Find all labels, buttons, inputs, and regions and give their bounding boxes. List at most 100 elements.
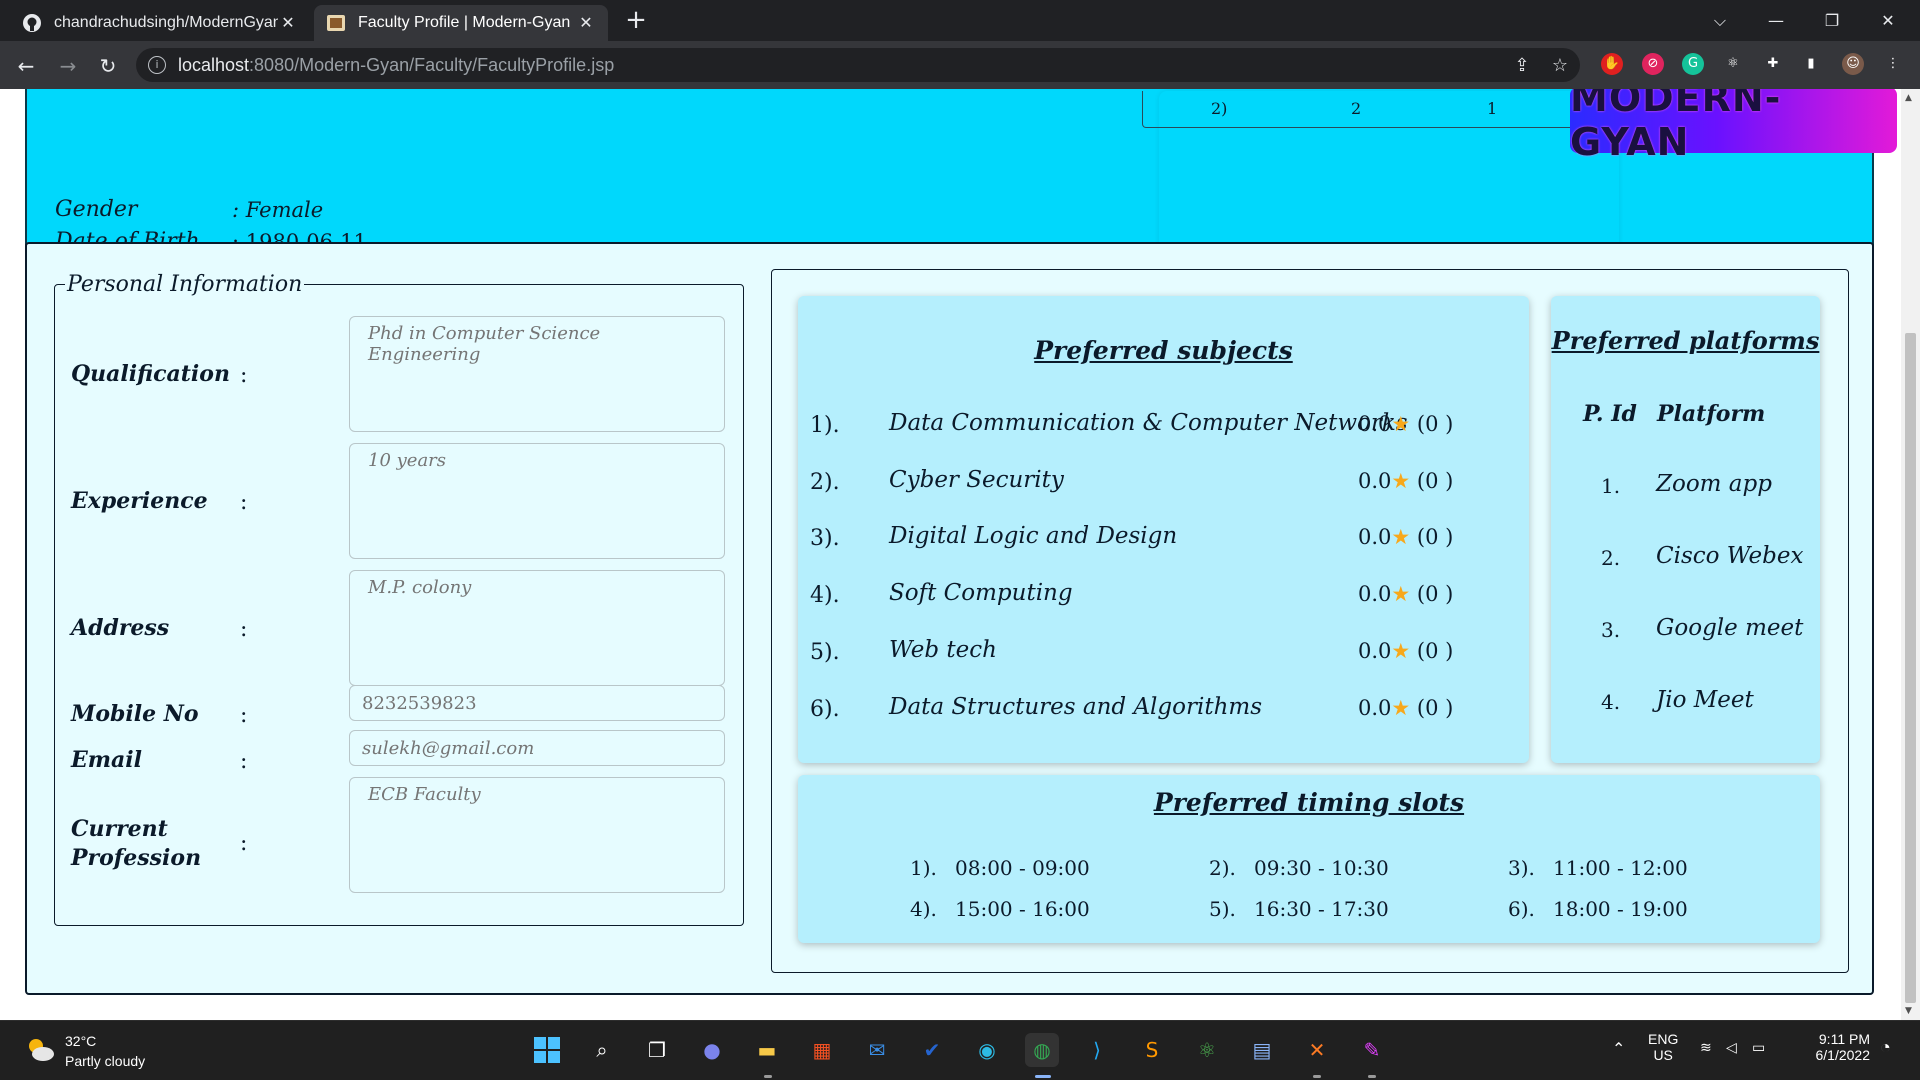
colon: : <box>240 749 248 774</box>
subject-number: 5). <box>810 640 840 665</box>
back-button[interactable]: ← <box>12 52 40 80</box>
platform-name: Cisco Webex <box>1656 543 1804 569</box>
atom-icon[interactable]: ⚛ <box>1190 1033 1224 1067</box>
address-label: Address <box>71 615 170 641</box>
wifi-icon[interactable]: ≋ <box>1700 1039 1712 1056</box>
platform-id: 2. <box>1601 546 1621 570</box>
star-icon: ★ <box>1391 469 1411 493</box>
react-devtools-icon[interactable]: ⚛ <box>1722 53 1744 75</box>
preferred-platforms-panel: Preferred platforms P. Id Platform 1. Zo… <box>1551 296 1820 763</box>
platform-name-header: Platform <box>1657 401 1766 427</box>
preferences-box: Preferred subjects 1). Data Communicatio… <box>771 269 1849 973</box>
tab-title: Faculty Profile | Modern-Gyan <box>358 14 571 31</box>
star-icon: ★ <box>1391 412 1411 436</box>
close-tab-icon[interactable]: ✕ <box>576 13 596 33</box>
url-text: localhost:8080/Modern-Gyan/Faculty/Facul… <box>178 55 615 75</box>
page-scrollbar[interactable]: ▲ ▼ <box>1901 89 1920 1020</box>
extension-blocker-icon[interactable]: ⊘ <box>1642 53 1664 75</box>
timing-slot-number: 1). <box>910 856 937 880</box>
timing-slot-time: 11:00 - 12:00 <box>1553 856 1688 880</box>
share-icon[interactable]: ⇪ <box>1512 56 1532 76</box>
tab-search-chevron-icon[interactable]: ⌵ <box>1692 0 1748 41</box>
partly-cloudy-icon[interactable] <box>24 1035 56 1063</box>
experience-label: Experience <box>71 488 208 514</box>
extensions-puzzle-icon[interactable]: ✚ <box>1762 53 1784 75</box>
notification-icon[interactable]: ◔ <box>1880 1037 1891 1058</box>
windows-start-icon[interactable] <box>530 1033 564 1067</box>
restore-button[interactable]: ❐ <box>1804 0 1860 41</box>
task-view-icon[interactable]: ❐ <box>640 1033 674 1067</box>
edge-icon[interactable]: ◉ <box>970 1033 1004 1067</box>
reload-button[interactable]: ↻ <box>94 52 122 80</box>
scroll-down-arrow-icon[interactable]: ▼ <box>1905 1006 1912 1016</box>
sublime-text-icon[interactable]: S <box>1135 1033 1169 1067</box>
platform-name: Jio Meet <box>1656 687 1754 713</box>
clock-time: 9:11 PM <box>1818 1031 1870 1047</box>
timing-slot-time: 15:00 - 16:00 <box>955 897 1090 921</box>
timing-slot-time: 18:00 - 19:00 <box>1553 897 1688 921</box>
github-icon <box>23 14 41 32</box>
side-panel-icon[interactable]: ▮ <box>1800 53 1822 75</box>
tab-faculty-profile[interactable]: Faculty Profile | Modern-Gyan ✕ <box>314 5 608 41</box>
profession-field[interactable] <box>349 777 725 893</box>
close-tab-icon[interactable]: ✕ <box>278 13 298 33</box>
language-indicator[interactable]: ENG US <box>1648 1031 1678 1063</box>
grammarly-icon[interactable]: G <box>1682 53 1704 75</box>
todo-icon[interactable]: ✔ <box>915 1033 949 1067</box>
minimize-button[interactable]: — <box>1748 0 1804 41</box>
mail-icon[interactable]: ✉ <box>860 1033 894 1067</box>
mobile-label: Mobile No <box>71 701 199 727</box>
tab-github[interactable]: chandrachudsingh/ModernGyan ✕ <box>10 5 310 41</box>
scroll-up-arrow-icon[interactable]: ▲ <box>1905 93 1912 103</box>
preferred-subjects-title: Preferred subjects <box>1034 336 1293 365</box>
timing-slot-time: 16:30 - 17:30 <box>1254 897 1389 921</box>
timing-slot-number: 4). <box>910 897 937 921</box>
partial-cell: 1 <box>1487 99 1498 118</box>
colon: : <box>240 703 248 728</box>
browser-menu-icon[interactable]: ⋮ <box>1882 53 1904 75</box>
subject-number: 2). <box>810 470 840 495</box>
search-icon[interactable]: ⌕ <box>585 1033 619 1067</box>
timing-slot-number: 5). <box>1209 897 1236 921</box>
timing-slot-number: 6). <box>1508 897 1535 921</box>
profession-label-line2: Profession <box>71 845 202 871</box>
qualification-field[interactable] <box>349 316 725 432</box>
timing-slot-time: 08:00 - 09:00 <box>955 856 1090 880</box>
email-field[interactable] <box>349 730 725 766</box>
forward-button[interactable]: → <box>54 52 82 80</box>
address-bar[interactable]: i localhost:8080/Modern-Gyan/Faculty/Fac… <box>136 48 1580 82</box>
site-info-icon[interactable]: i <box>148 56 166 74</box>
volume-icon[interactable]: ◁ <box>1726 1039 1737 1056</box>
preferred-platforms-title: Preferred platforms <box>1551 326 1820 355</box>
battery-icon[interactable]: ▭ <box>1752 1039 1765 1056</box>
bookmark-star-icon[interactable]: ☆ <box>1550 56 1570 76</box>
modern-gyan-logo[interactable]: MODERN-GYAN <box>1570 89 1897 164</box>
profile-avatar[interactable]: ☺ <box>1842 53 1864 75</box>
extension-hand-icon[interactable]: ✋ <box>1601 53 1623 75</box>
profession-label-line1: Current <box>71 816 168 842</box>
experience-field[interactable] <box>349 443 725 559</box>
vscode-icon[interactable]: ⟩ <box>1080 1033 1114 1067</box>
clock[interactable]: 9:11 PM 6/1/2022 <box>1800 1031 1871 1063</box>
calculator-icon[interactable]: ▤ <box>1245 1033 1279 1067</box>
teams-chat-icon[interactable]: ● <box>695 1033 729 1067</box>
chrome-icon[interactable]: ◍ <box>1025 1033 1059 1067</box>
subject-name: Digital Logic and Design <box>889 523 1178 549</box>
close-window-button[interactable]: ✕ <box>1860 0 1916 41</box>
file-explorer-icon[interactable]: ▬ <box>750 1033 784 1067</box>
mobile-field[interactable] <box>349 685 725 721</box>
subject-name: Web tech <box>889 637 997 663</box>
platform-name: Zoom app <box>1656 471 1772 497</box>
xampp-icon[interactable]: ✕ <box>1300 1033 1334 1067</box>
language-line1: ENG <box>1648 1031 1679 1047</box>
microsoft-store-icon[interactable]: ▦ <box>805 1033 839 1067</box>
address-field[interactable] <box>349 570 725 686</box>
subject-number: 4). <box>810 583 840 608</box>
gender-value: : Female <box>232 198 324 222</box>
new-tab-button[interactable]: + <box>622 6 650 34</box>
scrollbar-thumb[interactable] <box>1905 333 1916 1003</box>
preferred-timing-slots-panel: Preferred timing slots 1). 08:00 - 09:00… <box>798 775 1820 943</box>
color-picker-icon[interactable]: ✎ <box>1355 1033 1389 1067</box>
show-hidden-icons-chevron-icon[interactable]: ⌃ <box>1612 1039 1625 1059</box>
colon: : <box>240 617 248 642</box>
